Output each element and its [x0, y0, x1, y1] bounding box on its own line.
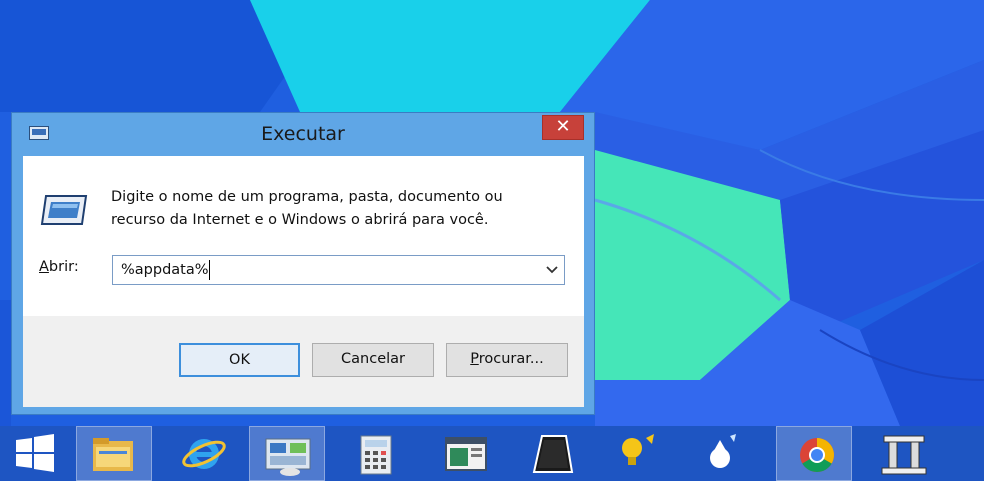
folder-icon	[93, 438, 133, 471]
windows-logo-icon	[16, 434, 54, 472]
dialog-title: Executar	[261, 123, 345, 145]
control-panel-icon	[265, 438, 311, 476]
run-dialog: Executar ✕ Digite o nome de um programa,…	[11, 112, 595, 415]
chevron-down-icon[interactable]	[546, 265, 558, 275]
taskbar-control-panel[interactable]	[249, 426, 325, 481]
chrome-icon	[800, 438, 834, 472]
dialog-description: Digite o nome de um programa, pasta, doc…	[111, 189, 503, 228]
pillar-icon	[881, 435, 927, 475]
close-icon: ✕	[555, 116, 571, 137]
taskbar-app-dark[interactable]	[514, 426, 590, 481]
taskbar-calculator[interactable]	[337, 426, 413, 481]
lightbulb-icon	[622, 434, 654, 465]
taskbar-internet-explorer[interactable]	[166, 426, 242, 481]
taskbar-app-window[interactable]	[428, 426, 504, 481]
taskbar-app-pillar[interactable]	[864, 426, 940, 481]
calculator-icon	[360, 435, 392, 475]
open-combobox[interactable]	[112, 255, 565, 285]
dark-shape-icon	[532, 435, 574, 473]
internet-explorer-icon	[182, 439, 226, 469]
close-button[interactable]: ✕	[542, 115, 584, 140]
run-program-icon	[40, 195, 88, 225]
text-caret	[209, 260, 210, 280]
dialog-content: Digite o nome de um programa, pasta, doc…	[23, 156, 584, 316]
droplet-icon	[710, 434, 736, 468]
cancel-button[interactable]: Cancelar	[312, 343, 434, 377]
open-label: Abrir:	[39, 259, 79, 275]
taskbar-app-drop[interactable]	[686, 426, 762, 481]
window-app-icon	[445, 437, 487, 471]
dialog-body: Digite o nome de um programa, pasta, doc…	[23, 156, 584, 407]
ok-button[interactable]: OK	[179, 343, 300, 377]
title-bar[interactable]: Executar ✕	[12, 113, 594, 155]
browse-button[interactable]: Procurar...	[446, 343, 568, 377]
taskbar-app-bulb[interactable]	[600, 426, 676, 481]
taskbar-file-explorer[interactable]	[76, 426, 152, 481]
taskbar	[0, 426, 984, 481]
start-button[interactable]	[0, 426, 76, 481]
taskbar-chrome[interactable]	[776, 426, 852, 481]
open-input[interactable]	[113, 256, 533, 284]
